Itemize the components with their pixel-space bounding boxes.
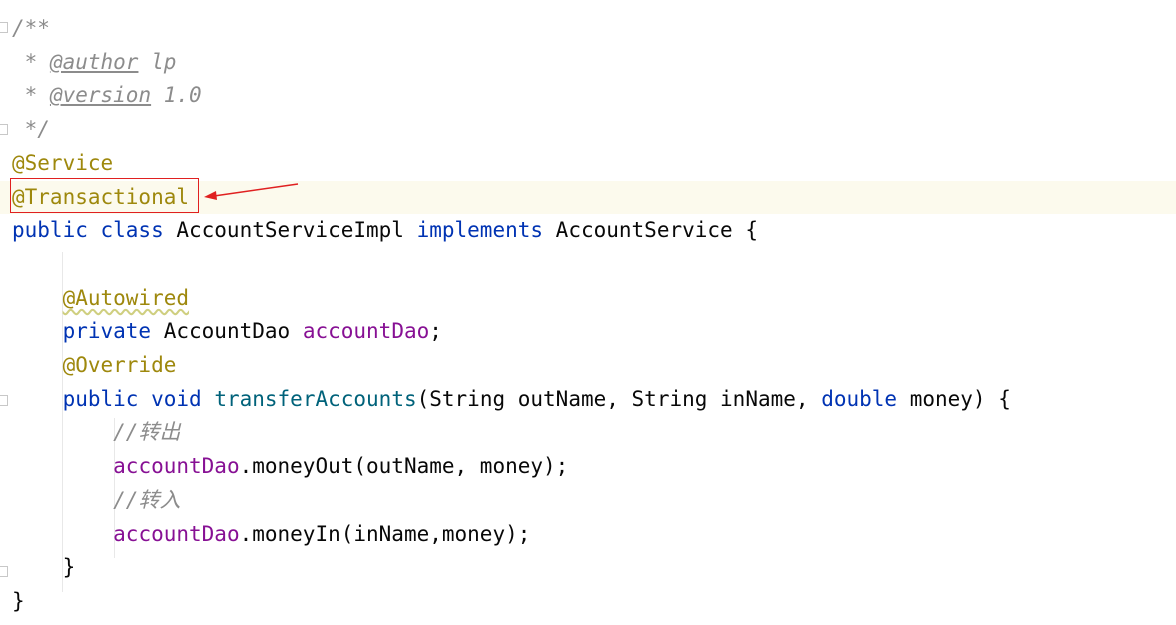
annotation-arrow-icon bbox=[204, 183, 299, 200]
code-editor[interactable]: /** * @author lp * @version 1.0 */@Servi… bbox=[0, 0, 1176, 625]
